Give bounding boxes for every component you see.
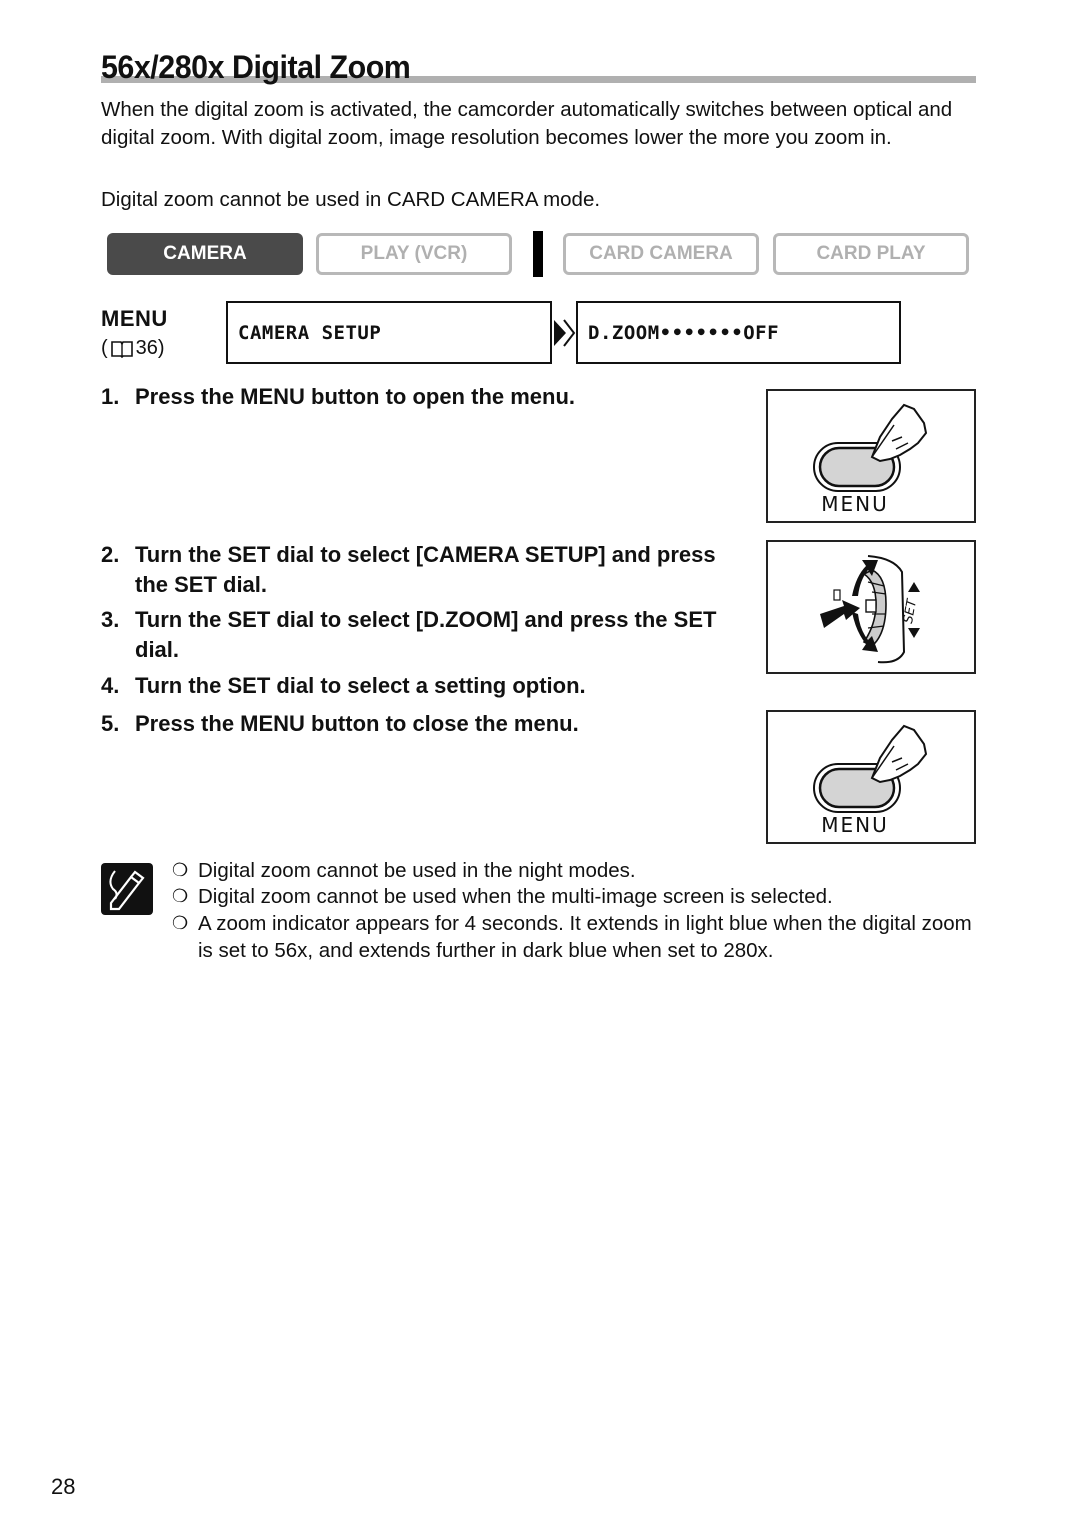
menu-screen-dzoom-text: D.ZOOM•••••••OFF: [588, 321, 780, 344]
menu-button-illustration: MENU: [766, 389, 976, 523]
ref-page-number: 36): [135, 337, 165, 359]
note-pencil-icon: [101, 863, 153, 915]
step-text: Turn the SET dial to select [CAMERA SETU…: [135, 542, 716, 597]
menu-press-icon: MENU: [813, 724, 928, 837]
step-text: Turn the SET dial to select [D.ZOOM] and…: [135, 607, 717, 662]
note-item: ❍ Digital zoom cannot be used in the nig…: [172, 857, 982, 884]
note-item: ❍ Digital zoom cannot be used when the m…: [172, 883, 982, 910]
restriction-paragraph: Digital zoom cannot be used in CARD CAME…: [101, 188, 601, 211]
menu-button-close-illustration: MENU: [766, 710, 976, 844]
ref-open-paren: (: [101, 337, 108, 359]
set-dial-illustration: SET: [766, 540, 976, 674]
menu-button-caption: MENU: [821, 813, 889, 837]
step-text: Press the MENU button to close the menu.: [135, 711, 579, 736]
step-4: 4. Turn the SET dial to select a setting…: [101, 671, 751, 701]
bullet-icon: ❍: [172, 913, 189, 933]
menu-screen-camera-setup-text: CAMERA SETUP: [238, 321, 382, 344]
step-text: Turn the SET dial to select a setting op…: [135, 673, 586, 698]
note-text: Digital zoom cannot be used when the mul…: [198, 885, 833, 908]
step-3: 3. Turn the SET dial to select [D.ZOOM] …: [101, 605, 751, 665]
mode-separator: [533, 231, 543, 277]
step-number: 5.: [101, 711, 120, 736]
page-number: 28: [51, 1474, 76, 1499]
set-dial-icon: SET: [820, 555, 920, 664]
mode-card-camera: CARD CAMERA: [563, 233, 759, 275]
page-title: 56x/280x Digital Zoom: [101, 49, 411, 85]
note-text: Digital zoom cannot be used in the night…: [198, 859, 636, 882]
mode-camera: CAMERA: [107, 233, 303, 275]
bullet-icon: ❍: [172, 886, 189, 906]
step-2: 2. Turn the SET dial to select [CAMERA S…: [101, 540, 751, 600]
note-text: A zoom indicator appears for 4 seconds. …: [198, 912, 972, 962]
book-icon: [110, 340, 133, 358]
set-dial-caption: SET: [901, 597, 920, 625]
step-number: 2.: [101, 542, 120, 567]
menu-button-caption: MENU: [821, 492, 889, 516]
step-1: 1. Press the MENU button to open the men…: [101, 382, 751, 412]
menu-label: MENU: [101, 306, 168, 331]
step-number: 4.: [101, 673, 120, 698]
menu-screen-dzoom: D.ZOOM•••••••OFF: [576, 301, 901, 364]
step-number: 3.: [101, 607, 120, 632]
bullet-icon: ❍: [172, 860, 189, 880]
mode-card-play: CARD PLAY: [773, 233, 969, 275]
menu-screen-camera-setup: CAMERA SETUP: [226, 301, 552, 364]
next-arrow-icon: [554, 319, 576, 347]
note-item: ❍ A zoom indicator appears for 4 seconds…: [172, 910, 982, 964]
mode-play-vcr: PLAY (VCR): [316, 233, 512, 275]
menu-page-reference: ( 36): [101, 337, 165, 360]
intro-paragraph: When the digital zoom is activated, the …: [101, 98, 953, 149]
step-number: 1.: [101, 384, 120, 409]
menu-press-icon: MENU: [813, 403, 928, 516]
step-5: 5. Press the MENU button to close the me…: [101, 709, 751, 739]
step-text: Press the MENU button to open the menu.: [135, 384, 576, 409]
